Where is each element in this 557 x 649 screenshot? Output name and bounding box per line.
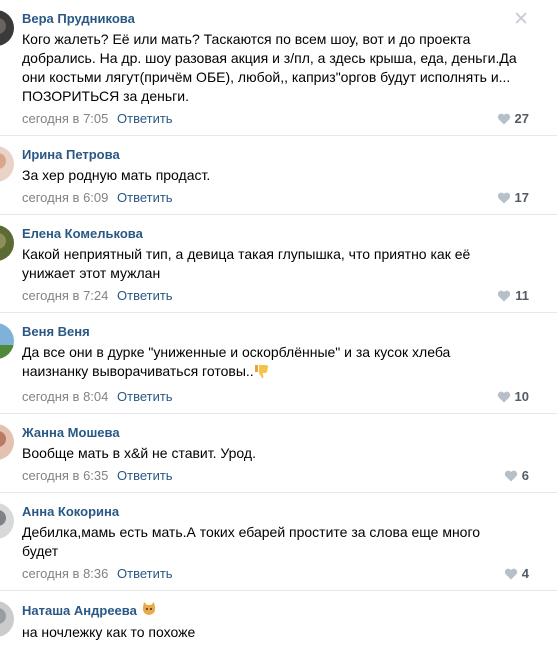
- heart-icon: [498, 290, 511, 302]
- comment-item: Ирина Петрова За хер родную мать продаст…: [0, 136, 557, 215]
- comment-time[interactable]: сегодня в 6:09: [22, 190, 108, 205]
- avatar[interactable]: [0, 323, 14, 359]
- comment-meta: сегодня в 6:09 Ответить 17: [22, 189, 557, 207]
- reply-link[interactable]: Ответить: [117, 468, 173, 483]
- comment-text: Какой неприятный тип, а девица такая глу…: [22, 246, 475, 281]
- like-button[interactable]: 10: [497, 388, 529, 406]
- like-count: 17: [514, 190, 529, 205]
- comment-text-block: Да все они в дурке "униженные и оскорблё…: [22, 343, 557, 384]
- comment-meta: сегодня в 7:24 Ответить 11: [22, 287, 557, 305]
- heart-icon: [497, 192, 510, 204]
- avatar[interactable]: [0, 225, 14, 261]
- reply-link[interactable]: Ответить: [117, 288, 173, 303]
- comment-text: За хер родную мать продаст.: [22, 167, 211, 183]
- comment-meta: сегодня в 8:04 Ответить 10: [22, 388, 557, 406]
- comment-meta: сегодня в 7:05 Ответить 27: [22, 110, 557, 128]
- reply-link[interactable]: Ответить: [117, 566, 173, 581]
- comment-author[interactable]: Ирина Петрова: [22, 146, 120, 163]
- avatar[interactable]: [0, 10, 14, 46]
- heart-icon: [504, 470, 517, 482]
- thumbs-down-emoji-icon: [254, 363, 270, 384]
- comment-author[interactable]: Наташа Андреева: [22, 602, 137, 619]
- cat-emoji-icon: [141, 601, 157, 620]
- comment-author[interactable]: Веня Веня: [22, 323, 90, 340]
- comment-item: Жанна Мошева Вообще мать в х&й не ставит…: [0, 414, 557, 493]
- reply-link[interactable]: Ответить: [117, 190, 173, 205]
- comment-meta: сегодня в 8:36 Ответить 4: [22, 565, 557, 583]
- comment-time[interactable]: сегодня в 8:04: [22, 389, 108, 404]
- avatar[interactable]: [0, 601, 14, 637]
- comment-author[interactable]: Елена Комелькова: [22, 225, 143, 242]
- comment-item: Елена Комелькова Какой неприятный тип, а…: [0, 215, 557, 313]
- avatar[interactable]: [0, 424, 14, 460]
- close-icon[interactable]: ✕: [513, 10, 529, 29]
- comment-time[interactable]: сегодня в 7:24: [22, 288, 108, 303]
- comment-item: Веня Веня Да все они в дурке "униженные …: [0, 313, 557, 414]
- heart-icon: [504, 568, 517, 580]
- like-count: 11: [515, 288, 529, 303]
- comment-author[interactable]: Жанна Мошева: [22, 424, 120, 441]
- like-button[interactable]: 27: [497, 110, 529, 128]
- like-count: 6: [521, 468, 529, 483]
- comment-item: Наташа Андреева на ночлежку как то похож…: [0, 591, 557, 649]
- comment-meta: сегодня в 6:35 Ответить 6: [22, 467, 557, 485]
- like-button[interactable]: 6: [504, 467, 529, 485]
- like-count: 27: [514, 111, 529, 126]
- heart-icon: [497, 113, 510, 125]
- comment-time[interactable]: сегодня в 7:05: [22, 111, 108, 126]
- comment-author[interactable]: Анна Кокорина: [22, 503, 119, 520]
- like-button[interactable]: 11: [497, 287, 529, 305]
- comment-time[interactable]: сегодня в 8:36: [22, 566, 108, 581]
- like-button[interactable]: 17: [497, 189, 529, 207]
- reply-link[interactable]: Ответить: [117, 389, 173, 404]
- comment-text: на ночлежку как то похоже: [22, 624, 196, 640]
- heart-icon: [497, 391, 510, 403]
- comment-text: Дебилка,мамь есть мать.А токих ебарей пр…: [22, 524, 484, 559]
- like-button[interactable]: 4: [504, 565, 529, 583]
- reply-link[interactable]: Ответить: [117, 111, 173, 126]
- comment-list: Вера Прудникова ✕ Кого жалеть? Её или ма…: [0, 0, 557, 649]
- avatar[interactable]: [0, 146, 14, 182]
- avatar[interactable]: [0, 503, 14, 539]
- comment-text: Вообще мать в х&й не ставит. Урод.: [22, 445, 256, 461]
- like-count: 4: [521, 566, 529, 581]
- comment-item: Анна Кокорина Дебилка,мамь есть мать.А т…: [0, 493, 557, 591]
- comment-time[interactable]: сегодня в 6:35: [22, 468, 108, 483]
- comment-author[interactable]: Вера Прудникова: [22, 10, 135, 27]
- comment-text: Кого жалеть? Её или мать? Таскаются по в…: [22, 31, 521, 104]
- comment-text: Да все они в дурке "униженные и оскорблё…: [22, 344, 455, 379]
- like-count: 10: [514, 389, 529, 404]
- comment-item: Вера Прудникова ✕ Кого жалеть? Её или ма…: [0, 0, 557, 136]
